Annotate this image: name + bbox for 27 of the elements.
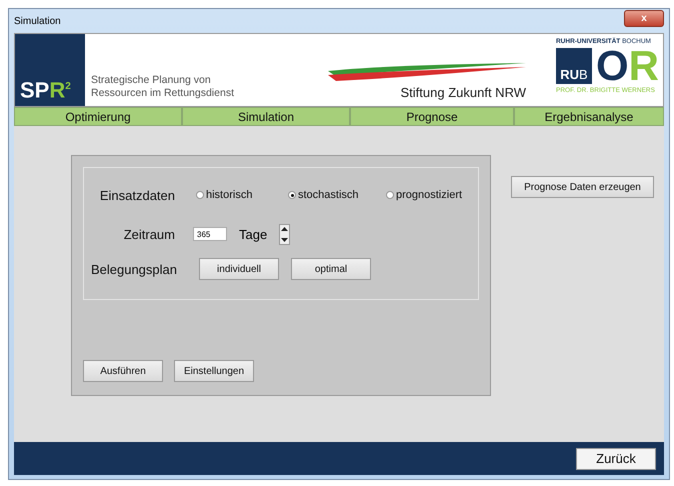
nav-tab[interactable]: Prognose xyxy=(350,107,514,126)
nav-tab[interactable]: Simulation xyxy=(182,107,350,126)
radio-option[interactable]: historisch xyxy=(196,189,288,201)
radio-option[interactable]: prognostiziert xyxy=(386,189,478,201)
rub-logo: RUB xyxy=(556,48,592,84)
spinner[interactable] xyxy=(279,224,290,244)
radio-option[interactable]: stochastisch xyxy=(288,189,386,201)
action-button[interactable]: Ausführen xyxy=(83,360,163,382)
unit-label: Tage xyxy=(239,226,268,242)
back-button[interactable]: Zurück xyxy=(576,448,656,470)
field-label: Belegungsplan xyxy=(90,262,177,276)
days-field[interactable]: 365 xyxy=(193,227,227,241)
logo-text: SPR$^{2}$ xyxy=(20,76,71,101)
up-arrow-icon[interactable] xyxy=(280,224,290,234)
nav-tab[interactable]: Optimierung xyxy=(14,107,182,126)
swoosh-icon xyxy=(326,61,526,83)
tagline: Strategische Planung von Ressourcen im Rettungsdienst xyxy=(90,73,235,101)
plan-button[interactable]: individuell xyxy=(199,258,279,280)
field-label: Zeitraum xyxy=(122,226,175,242)
plan-button[interactable]: optimal xyxy=(291,258,371,280)
field-label: Einsatzdaten xyxy=(98,188,175,202)
foundation-name: Stiftung Zukunft NRW xyxy=(400,85,526,100)
nav-tab[interactable]: Ergebnisanalyse xyxy=(514,107,664,126)
window-title: Simulation xyxy=(14,16,61,26)
generate-button[interactable]: Prognose Daten erzeugen xyxy=(511,176,654,198)
action-button[interactable]: Einstellungen xyxy=(174,360,254,382)
or-logo: OR xyxy=(596,47,659,85)
